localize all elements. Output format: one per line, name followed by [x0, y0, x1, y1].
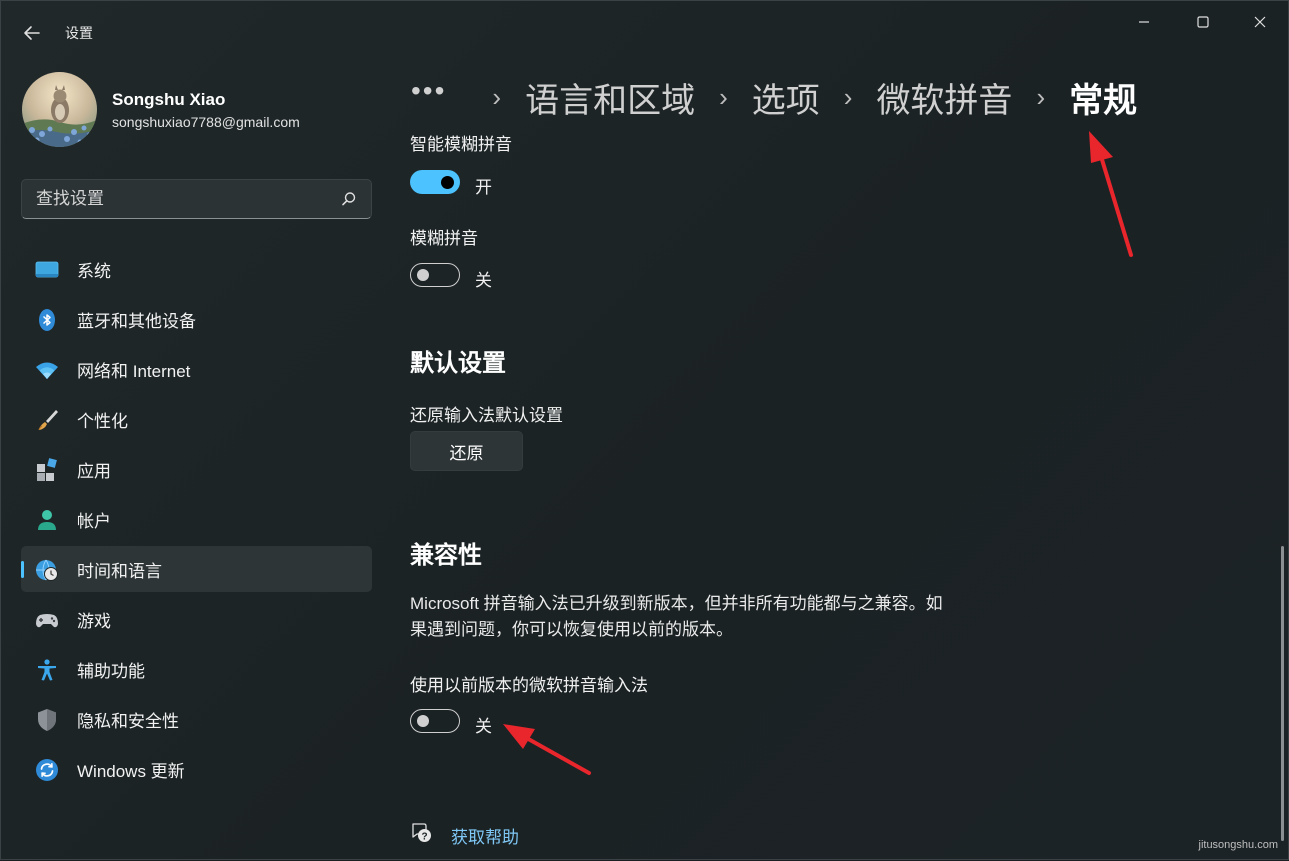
sidebar-item-accounts[interactable]: 帐户 — [21, 496, 372, 542]
sidebar-item-label: 辅助功能 — [77, 661, 145, 681]
sidebar-item-label: 帐户 — [77, 511, 111, 531]
fuzzy-pinyin-toggle[interactable] — [410, 263, 460, 287]
chevron-right-icon: › — [843, 81, 853, 112]
sidebar-nav: 系统 蓝牙和其他设备 网络和 Internet 个性化 应用 帐户 时间和语言 … — [21, 246, 372, 796]
smart-fuzzy-pinyin-label: 智能模糊拼音 — [410, 135, 512, 154]
sidebar-item-apps[interactable]: 应用 — [21, 446, 372, 492]
apps-icon — [37, 458, 57, 481]
chevron-right-icon: › — [492, 81, 502, 112]
back-button[interactable] — [19, 21, 45, 45]
title-bar: 设置 — [1, 1, 1288, 63]
breadcrumb-more-button[interactable]: ••• — [411, 75, 446, 107]
default-settings-heading: 默认设置 — [410, 350, 506, 377]
sidebar-item-personalization[interactable]: 个性化 — [21, 396, 372, 442]
breadcrumb-item-language-region[interactable]: 语言和区域 — [525, 73, 695, 122]
legacy-ime-state: 关 — [475, 717, 492, 736]
sidebar-item-label: 蓝牙和其他设备 — [77, 311, 196, 331]
legacy-ime-toggle[interactable] — [410, 709, 460, 733]
sidebar-item-bluetooth[interactable]: 蓝牙和其他设备 — [21, 296, 372, 342]
legacy-ime-label: 使用以前版本的微软拼音输入法 — [410, 676, 648, 695]
sidebar-item-accessibility[interactable]: 辅助功能 — [21, 646, 372, 692]
account-icon — [38, 510, 56, 530]
breadcrumb-item-microsoft-pinyin[interactable]: 微软拼音 — [876, 73, 1012, 122]
compatibility-heading: 兼容性 — [410, 542, 482, 569]
smart-fuzzy-pinyin-toggle[interactable] — [410, 170, 460, 194]
sidebar-item-label: 时间和语言 — [77, 561, 162, 581]
chevron-right-icon: › — [719, 81, 728, 112]
sidebar-item-label: 游戏 — [77, 611, 111, 631]
bluetooth-icon — [39, 309, 55, 331]
search-icon[interactable] — [341, 191, 357, 207]
sidebar-item-network[interactable]: 网络和 Internet — [21, 346, 372, 392]
breadcrumb-item-options[interactable]: 选项 — [752, 73, 820, 122]
toggle-knob — [417, 269, 429, 281]
sidebar-item-gaming[interactable]: 游戏 — [21, 596, 372, 642]
sidebar-item-label: 隐私和安全性 — [77, 711, 179, 731]
sidebar-item-label: 个性化 — [77, 411, 128, 431]
fuzzy-pinyin-state: 关 — [475, 271, 492, 290]
active-indicator — [21, 561, 24, 578]
toggle-knob — [417, 715, 429, 727]
search-input[interactable] — [22, 180, 322, 218]
sidebar-item-time-language[interactable]: 时间和语言 — [21, 546, 372, 592]
compatibility-description: Microsoft 拼音输入法已升级到新版本，但并非所有功能都与之兼容。如 果遇… — [410, 591, 970, 643]
restore-defaults-label: 还原输入法默认设置 — [410, 406, 563, 425]
toggle-knob — [441, 175, 454, 189]
content-pane: 智能模糊拼音 开 模糊拼音 关 默认设置 还原输入法默认设置 还原 兼容性 Mi… — [410, 121, 1270, 861]
breadcrumb: ••• › 语言和区域 › 选项 › 微软拼音 › 常规 — [411, 71, 1137, 123]
close-button[interactable] — [1237, 9, 1283, 35]
restore-button[interactable]: 还原 — [410, 431, 523, 471]
close-icon — [1254, 16, 1266, 28]
wifi-icon — [36, 362, 58, 379]
page-title: 常规 — [1069, 81, 1138, 120]
settings-window: 设置 Songshu Xiao songshuxiao7788@gmail.co… — [0, 0, 1289, 860]
user-email: songshuxiao7788@gmail.com — [112, 114, 300, 130]
compatibility-description-line: 果遇到问题，你可以恢复使用以前的版本。 — [410, 620, 733, 639]
sidebar-item-system[interactable]: 系统 — [21, 246, 372, 292]
fuzzy-pinyin-label: 模糊拼音 — [410, 229, 478, 248]
sidebar-item-label: 应用 — [77, 461, 111, 481]
brush-icon — [38, 410, 58, 431]
minimize-button[interactable] — [1121, 9, 1167, 35]
update-icon — [36, 759, 58, 781]
sidebar-item-label: 系统 — [77, 261, 111, 281]
maximize-button[interactable] — [1180, 9, 1226, 35]
maximize-icon — [1197, 16, 1209, 28]
sidebar-item-label: Windows 更新 — [77, 761, 185, 781]
back-arrow-icon — [24, 26, 40, 40]
minimize-icon — [1139, 21, 1149, 23]
system-icon — [35, 261, 59, 278]
smart-fuzzy-pinyin-state: 开 — [475, 178, 492, 197]
sidebar-item-privacy[interactable]: 隐私和安全性 — [21, 696, 372, 742]
gamepad-icon — [36, 614, 58, 628]
content-scrollbar[interactable] — [1281, 546, 1284, 841]
help-icon: ? — [412, 823, 431, 843]
app-title: 设置 — [65, 25, 93, 41]
avatar-image — [22, 72, 97, 147]
sidebar-item-label: 网络和 Internet — [77, 361, 191, 381]
get-help-link[interactable]: 获取帮助 — [451, 823, 519, 848]
sidebar-item-windows-update[interactable]: Windows 更新 — [21, 746, 372, 792]
user-name: Songshu Xiao — [112, 90, 226, 109]
accessibility-icon — [38, 659, 56, 681]
watermark: jitusongshu.com — [1198, 839, 1279, 851]
search-box[interactable] — [21, 179, 372, 219]
globe-clock-icon — [36, 559, 58, 581]
avatar[interactable] — [22, 72, 97, 147]
svg-text:?: ? — [421, 832, 427, 843]
shield-icon — [38, 709, 56, 731]
compatibility-description-line: Microsoft 拼音输入法已升级到新版本，但并非所有功能都与之兼容。如 — [410, 594, 943, 613]
chevron-right-icon: › — [1036, 81, 1046, 112]
